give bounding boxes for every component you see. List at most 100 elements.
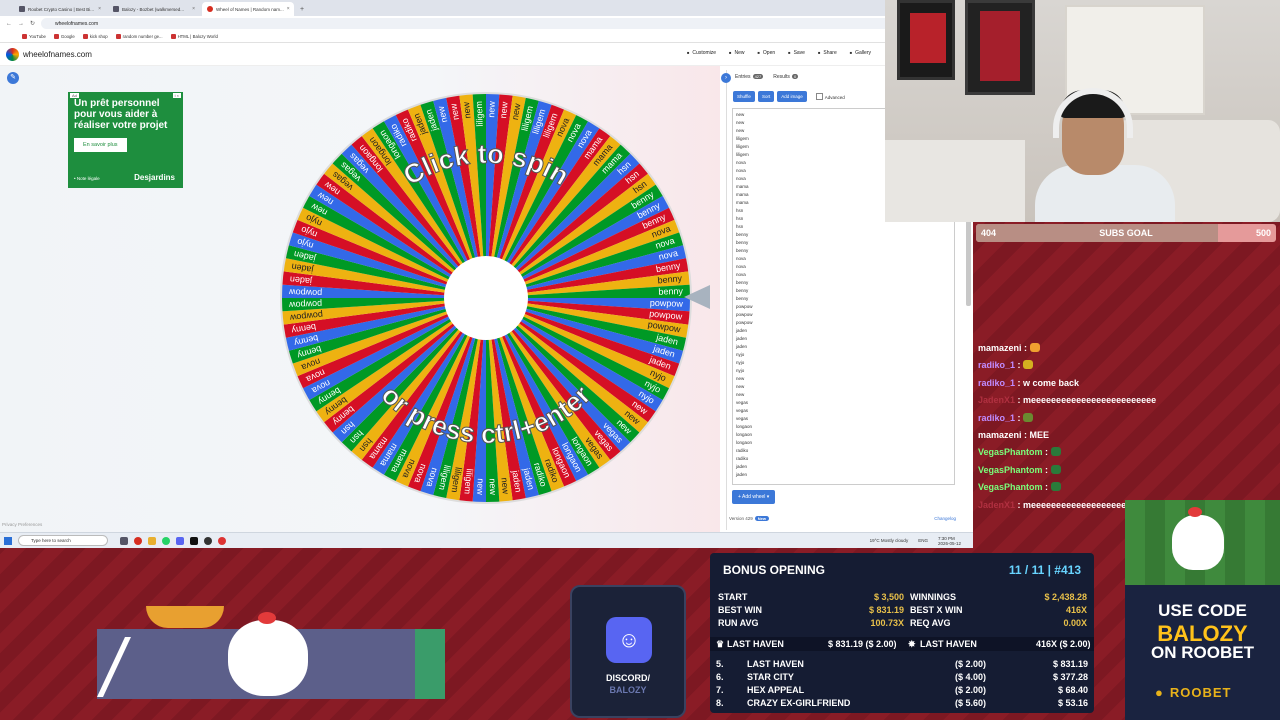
ad-info-icon[interactable]: i × — [172, 93, 181, 98]
back-icon[interactable]: ← — [6, 21, 12, 27]
entry-line[interactable]: benny — [736, 279, 951, 287]
entry-line[interactable]: benny — [736, 239, 951, 247]
chat-username[interactable]: radiko_1 — [978, 378, 1015, 388]
record-icon[interactable] — [218, 536, 226, 545]
chat-username[interactable]: VegasPhantom — [978, 465, 1043, 475]
entry-line[interactable]: new — [736, 391, 951, 399]
chat-username[interactable]: mamazeni — [978, 430, 1022, 440]
chat-username[interactable]: radiko_1 — [978, 413, 1015, 423]
privacy-link[interactable]: Privacy Preferences — [2, 522, 42, 527]
entry-line[interactable]: nyjo — [736, 351, 951, 359]
entry-line[interactable]: powpow — [736, 303, 951, 311]
discord-taskbar-icon[interactable] — [176, 536, 184, 545]
tab-entries[interactable]: Entries 427 — [735, 74, 764, 80]
url-field[interactable]: wheelofnames.com — [41, 18, 892, 29]
whatsapp-icon[interactable] — [162, 536, 170, 545]
shuffle-button[interactable]: Shuffle — [733, 91, 755, 102]
obs-icon[interactable] — [204, 536, 212, 545]
entry-line[interactable]: vegas — [736, 399, 951, 407]
add-wheel-button[interactable]: + Add wheel ▾ — [732, 490, 776, 504]
entry-line[interactable]: benny — [736, 231, 951, 239]
close-icon[interactable]: × — [192, 6, 195, 12]
entry-line[interactable]: longaon — [736, 423, 951, 431]
ad-learn-more-button[interactable]: En savoir plus — [74, 138, 127, 152]
entry-line[interactable]: jaden — [736, 335, 951, 343]
entry-line[interactable]: new — [736, 375, 951, 383]
bookmark-random-number[interactable]: random number ge... — [116, 34, 163, 39]
bookmark-youtube[interactable]: YouTube — [22, 34, 46, 39]
entry-line[interactable]: nyjo — [736, 359, 951, 367]
tab-results[interactable]: Results 0 — [773, 74, 799, 80]
entry-line[interactable]: hsn — [736, 223, 951, 231]
entry-line[interactable]: longaon — [736, 439, 951, 447]
advertisement[interactable]: Ad i × Un prêt personnel pour vous aider… — [68, 92, 183, 188]
windows-start-icon[interactable] — [4, 536, 12, 545]
entry-line[interactable]: vegas — [736, 415, 951, 423]
entry-line[interactable]: radiko — [736, 455, 951, 463]
entry-line[interactable]: benny — [736, 295, 951, 303]
close-icon[interactable]: × — [98, 6, 101, 12]
tab-balozy[interactable]: Balozy - Bozbet (walkmersed... × — [108, 2, 200, 16]
taskbar-search-input[interactable]: Type here to search — [18, 535, 108, 546]
file-explorer-icon[interactable] — [148, 536, 156, 545]
chat-username[interactable]: mamazeni — [978, 343, 1022, 353]
last-haven-bar: ♛ LAST HAVEN $ 831.19 ($ 2.00) ✸ LAST HA… — [710, 637, 1094, 651]
language-indicator[interactable]: ENG — [918, 538, 928, 543]
entry-line[interactable]: nyjo — [736, 367, 951, 375]
entry-line[interactable]: jaden — [736, 343, 951, 351]
entry-line[interactable]: vegas — [736, 407, 951, 415]
close-icon[interactable]: × — [287, 6, 290, 12]
collapse-panel-icon[interactable]: › — [721, 73, 731, 83]
chat-username[interactable]: VegasPhantom — [978, 482, 1043, 492]
chat-username[interactable]: JadenX1 — [978, 500, 1015, 510]
entry-line[interactable]: jaden — [736, 471, 951, 479]
open-button[interactable]: Open — [757, 50, 775, 56]
chat-username[interactable]: JadenX1 — [978, 395, 1015, 405]
changelog-link[interactable]: Changelog — [934, 516, 956, 521]
forward-icon[interactable]: → — [18, 21, 24, 27]
new-button[interactable]: New — [729, 50, 744, 56]
share-button[interactable]: Share — [818, 50, 836, 56]
edit-pencil-icon[interactable]: ✎ — [7, 72, 19, 84]
gallery-button[interactable]: Gallery — [850, 50, 871, 56]
chrome-icon[interactable] — [134, 536, 142, 545]
entry-line[interactable]: nova — [736, 263, 951, 271]
best-win-stat: BEST WIN $ 831.19 — [718, 605, 904, 615]
bookmark-kick-shop[interactable]: kick shop — [83, 34, 108, 39]
save-button[interactable]: Save — [788, 50, 805, 56]
bookmark-google[interactable]: Google — [54, 34, 75, 39]
chat-username[interactable]: radiko_1 — [978, 360, 1015, 370]
entry-line[interactable]: powpow — [736, 319, 951, 327]
tiktok-icon[interactable] — [190, 536, 198, 545]
reload-icon[interactable]: ↻ — [30, 20, 35, 27]
entry-line[interactable]: nova — [736, 255, 951, 263]
tab-roobet[interactable]: Roobet Crypto Casino | Best Bi... × — [14, 2, 106, 16]
wheel-logo-icon[interactable] — [6, 48, 19, 61]
sort-button[interactable]: Sort — [757, 91, 775, 102]
entry-line[interactable]: longaon — [736, 431, 951, 439]
ad-legal-note[interactable]: • Note légale — [74, 176, 100, 181]
taskview-icon[interactable] — [120, 536, 128, 545]
entry-line[interactable]: radiko — [736, 447, 951, 455]
weather-text[interactable]: 19°C Mostly cloudy — [870, 538, 909, 543]
bookmark-balozy-world[interactable]: HTML | Balozy World — [171, 34, 218, 39]
entry-line[interactable]: jaden — [736, 327, 951, 335]
wheel-center[interactable] — [444, 256, 528, 340]
tab-wheel-of-names[interactable]: Wheel of Names | Random nam... × — [202, 2, 294, 16]
entry-line[interactable]: nova — [736, 271, 951, 279]
entry-line[interactable]: new — [736, 383, 951, 391]
site-title[interactable]: wheelofnames.com — [23, 50, 92, 59]
add-image-button[interactable]: Add image — [777, 91, 807, 102]
clock[interactable]: 7:30 PM 2026-05-12 — [938, 536, 961, 546]
chat-emote-icon — [1023, 412, 1034, 422]
entry-line[interactable]: benny — [736, 287, 951, 295]
advanced-checkbox[interactable]: Advanced — [816, 93, 845, 100]
site-header: wheelofnames.com Customize New Open Save… — [0, 44, 885, 66]
chat-username[interactable]: VegasPhantom — [978, 447, 1043, 457]
new-tab-icon[interactable]: + — [300, 6, 304, 13]
entry-line[interactable]: powpow — [736, 311, 951, 319]
entry-line[interactable]: jaden — [736, 463, 951, 471]
entry-line[interactable]: benny — [736, 247, 951, 255]
spin-wheel[interactable]: new new newliligemliligemliligemnovanovano… — [276, 88, 696, 508]
customize-button[interactable]: Customize — [687, 50, 716, 56]
